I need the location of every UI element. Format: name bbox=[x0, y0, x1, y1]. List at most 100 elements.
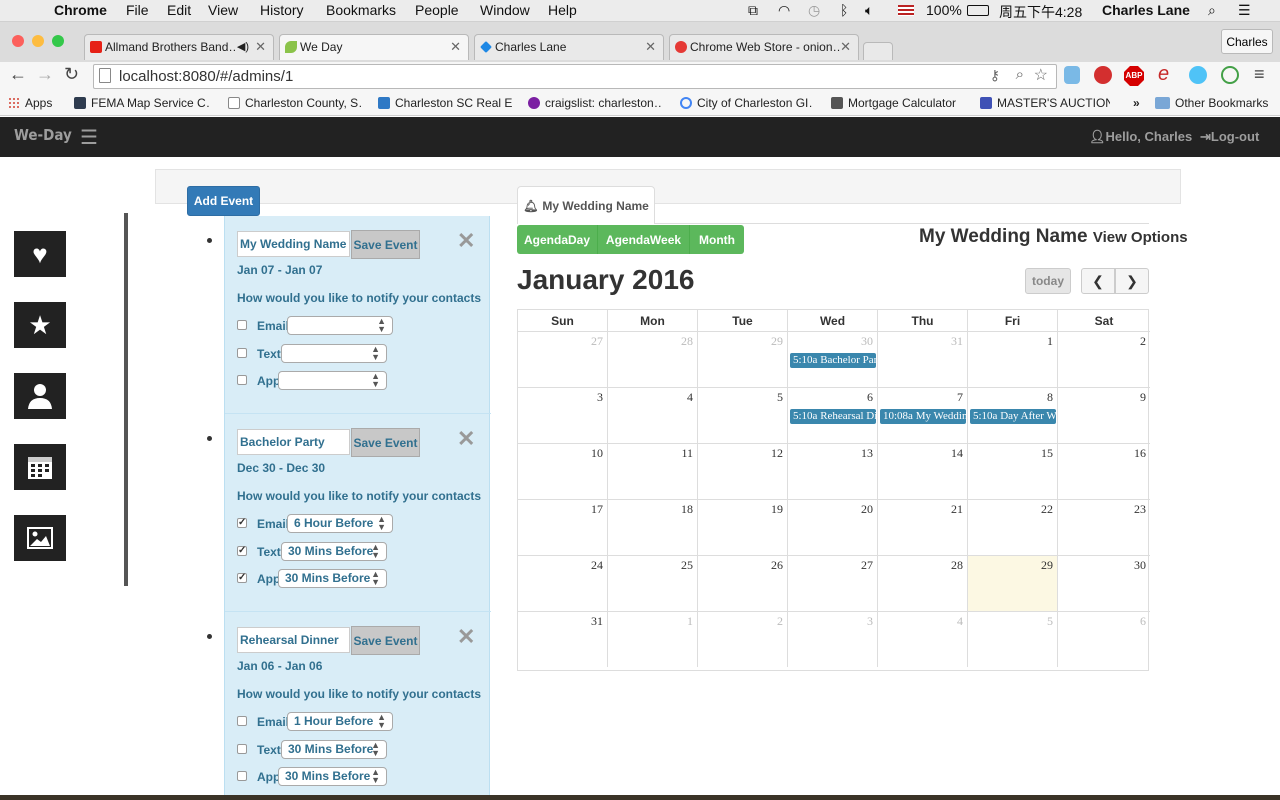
day-cell[interactable]: 16 bbox=[1058, 444, 1150, 500]
sidebar-contacts[interactable] bbox=[14, 373, 66, 419]
app-checkbox[interactable] bbox=[237, 375, 247, 385]
evernote-clip-icon[interactable]: e bbox=[1158, 63, 1169, 86]
day-cell[interactable]: 17 bbox=[518, 500, 608, 556]
calendar-tab[interactable]: 🔔︎ My Wedding Name bbox=[517, 186, 655, 224]
day-cell[interactable]: 14 bbox=[878, 444, 968, 500]
day-cell[interactable]: 13 bbox=[788, 444, 878, 500]
user-menu[interactable]: Charles Lane bbox=[1102, 2, 1190, 18]
text-select[interactable]: 30 Mins Before ▲ ▼ bbox=[281, 542, 387, 561]
tab-chrome-web-store[interactable]: Chrome Web Store - onion… ✕ bbox=[669, 34, 859, 60]
menu-view[interactable]: View bbox=[208, 2, 238, 18]
sidebar-starred[interactable]: ★ bbox=[14, 302, 66, 348]
menu-history[interactable]: History bbox=[260, 2, 304, 18]
chrome-menu-icon[interactable]: ≡ bbox=[1254, 64, 1265, 85]
text-checkbox[interactable] bbox=[237, 744, 247, 754]
audio-icon[interactable]: ◀) bbox=[237, 40, 249, 53]
event-name-input[interactable]: Rehearsal Dinner bbox=[237, 627, 350, 653]
bookmark-craigslist[interactable]: craigslist: charleston… bbox=[528, 96, 661, 110]
app-checkbox[interactable] bbox=[237, 771, 247, 781]
day-cell[interactable]: 23 bbox=[1058, 500, 1150, 556]
bookmark-masters-auction[interactable]: MASTER'S AUCTION… bbox=[980, 96, 1110, 110]
wifi-icon[interactable]: ◠ bbox=[778, 2, 790, 19]
day-cell[interactable]: 20 bbox=[788, 500, 878, 556]
app-select[interactable]: ▲ ▼ bbox=[278, 371, 387, 390]
star-bookmark-icon[interactable]: ☆ bbox=[1034, 65, 1048, 85]
day-cell[interactable]: 31 bbox=[518, 612, 608, 667]
menu-help[interactable]: Help bbox=[548, 2, 577, 18]
profile-button[interactable]: Charles bbox=[1221, 29, 1273, 54]
tab-we-day[interactable]: We Day ✕ bbox=[279, 34, 469, 60]
calendar-event[interactable]: 5:10a Bachelor Party bbox=[790, 353, 876, 368]
address-bar[interactable]: localhost:8080/#/admins/1 ⚷ ⌕ ☆ bbox=[93, 64, 1057, 89]
day-cell[interactable]: 1 bbox=[608, 612, 698, 667]
close-icon[interactable]: ✕ bbox=[457, 228, 475, 254]
day-cell[interactable]: 4 bbox=[878, 612, 968, 667]
battery-percent[interactable]: 100% bbox=[926, 2, 962, 18]
day-cell[interactable]: 28 bbox=[878, 556, 968, 612]
url-text[interactable]: localhost:8080/#/admins/1 bbox=[119, 68, 293, 85]
bookmark-mortgage-calculator[interactable]: Mortgage Calculator bbox=[831, 96, 971, 110]
day-cell[interactable]: 21 bbox=[878, 500, 968, 556]
clock[interactable]: 周五下午4:28 bbox=[999, 2, 1082, 22]
vimeo-icon[interactable] bbox=[1189, 66, 1207, 84]
key-icon[interactable]: ⚷ bbox=[990, 67, 1000, 84]
sidebar-favorites[interactable]: ♥ bbox=[14, 231, 66, 277]
day-cell[interactable]: 6 bbox=[1058, 612, 1150, 667]
hamburger-menu-icon[interactable]: ☰ bbox=[80, 125, 98, 150]
save-event-button[interactable]: Save Event bbox=[351, 428, 420, 457]
agenda-day-button[interactable]: AgendaDay bbox=[517, 225, 598, 254]
bluetooth-icon[interactable]: ᛒ bbox=[840, 2, 848, 18]
email-checkbox[interactable]: ✓ bbox=[237, 518, 247, 528]
spotlight-icon[interactable]: ⌕ bbox=[1208, 2, 1216, 19]
bookmark-fema[interactable]: FEMA Map Service C… bbox=[74, 96, 209, 110]
zoom-window-icon[interactable] bbox=[52, 35, 64, 47]
close-tab-icon[interactable]: ✕ bbox=[645, 39, 656, 55]
day-cell[interactable]: 29 bbox=[968, 556, 1058, 612]
day-cell[interactable]: 5 bbox=[968, 612, 1058, 667]
day-cell[interactable]: 15 bbox=[968, 444, 1058, 500]
flag-icon[interactable] bbox=[898, 5, 914, 16]
event-name-input[interactable]: My Wedding Name bbox=[237, 231, 350, 257]
day-cell[interactable]: 24 bbox=[518, 556, 608, 612]
day-cell[interactable]: 2 bbox=[698, 612, 788, 667]
day-cell[interactable]: 26 bbox=[698, 556, 788, 612]
text-select[interactable]: 30 Mins Before ▲ ▼ bbox=[281, 740, 387, 759]
day-cell[interactable]: 3 bbox=[788, 612, 878, 667]
bookmark-other[interactable]: Other Bookmarks bbox=[1155, 96, 1268, 110]
more-bookmarks-icon[interactable]: » bbox=[1133, 96, 1140, 110]
calendar-event[interactable]: 5:10a Rehearsal Dinner bbox=[790, 409, 876, 424]
save-event-button[interactable]: Save Event bbox=[351, 626, 420, 655]
calendar-event[interactable]: 10:08a My Wedding Name bbox=[880, 409, 966, 424]
bookmark-charleston-county[interactable]: Charleston County, S… bbox=[228, 96, 363, 110]
screen-share-icon[interactable]: ⧉ bbox=[748, 2, 758, 19]
close-tab-icon[interactable]: ✕ bbox=[450, 39, 461, 55]
text-checkbox[interactable] bbox=[237, 348, 247, 358]
text-select[interactable]: ▲ ▼ bbox=[281, 344, 387, 363]
day-cell[interactable]: 27 bbox=[518, 332, 608, 388]
reload-icon[interactable]: ↻ bbox=[64, 64, 79, 85]
agenda-week-button[interactable]: AgendaWeek bbox=[598, 225, 690, 254]
day-cell[interactable]: 1 bbox=[968, 332, 1058, 388]
calendar-event[interactable]: 5:10a Day After Wedding bbox=[970, 409, 1056, 424]
bookmark-city-of-charleston[interactable]: City of Charleston GI… bbox=[680, 96, 813, 110]
day-cell[interactable]: 29 bbox=[698, 332, 788, 388]
onion-icon[interactable] bbox=[1221, 66, 1239, 84]
today-button[interactable]: today bbox=[1025, 268, 1071, 294]
day-cell[interactable]: 25 bbox=[608, 556, 698, 612]
time-machine-icon[interactable]: ◷ bbox=[808, 2, 820, 19]
day-cell[interactable]: 10 bbox=[518, 444, 608, 500]
email-checkbox[interactable] bbox=[237, 716, 247, 726]
day-cell[interactable]: 31 bbox=[878, 332, 968, 388]
next-month-button[interactable]: ❯ bbox=[1115, 268, 1149, 294]
menu-file[interactable]: File bbox=[126, 2, 149, 18]
menu-window[interactable]: Window bbox=[480, 2, 530, 18]
forward-icon[interactable]: → bbox=[36, 64, 54, 85]
day-cell[interactable]: 12 bbox=[698, 444, 788, 500]
day-cell[interactable]: 9 bbox=[1058, 388, 1150, 444]
menu-people[interactable]: People bbox=[415, 2, 459, 18]
notification-center-icon[interactable]: ☰ bbox=[1238, 2, 1251, 19]
close-icon[interactable]: ✕ bbox=[457, 426, 475, 452]
day-cell[interactable]: 3 bbox=[518, 388, 608, 444]
email-select[interactable]: ▲ ▼ bbox=[287, 316, 393, 335]
view-options-link[interactable]: View Options bbox=[1093, 229, 1188, 246]
